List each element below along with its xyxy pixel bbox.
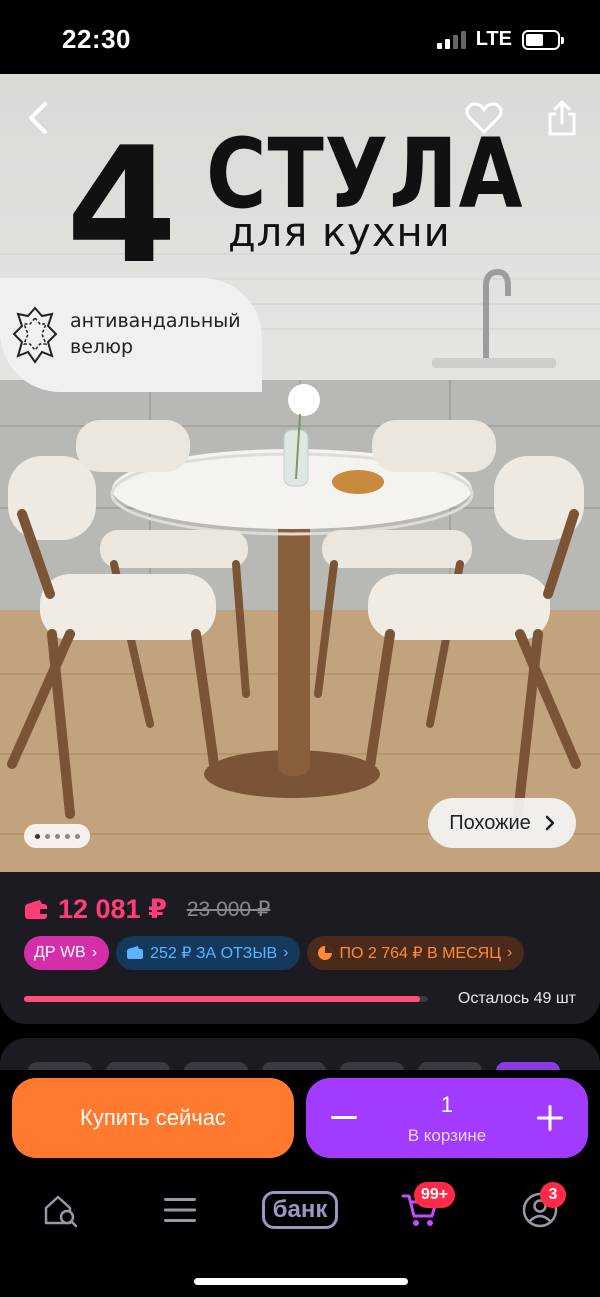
home-indicator (194, 1278, 408, 1285)
chevron-right-icon: › (91, 944, 98, 961)
chip-label: ДР WB (34, 944, 86, 961)
plus-icon (537, 1105, 563, 1131)
signal-icon (436, 30, 466, 49)
price-card: 12 081 ₽ 23 000 ₽ ДР WB › 252 ₽ ЗА ОТЗЫВ… (0, 872, 600, 1024)
share-icon (548, 100, 576, 136)
bank-logo: банк (261, 1191, 339, 1229)
hero-title-word: СТУЛА (206, 118, 524, 230)
home-search-icon (44, 1195, 78, 1228)
nav-home-search[interactable] (38, 1188, 82, 1232)
share-button[interactable] (540, 96, 584, 140)
network-label: LTE (475, 28, 512, 50)
nav-catalog[interactable] (158, 1188, 202, 1232)
review-bonus-chip[interactable]: 252 ₽ ЗА ОТЗЫВ › (116, 936, 301, 970)
cart-quantity-control: 1 В корзине (306, 1078, 588, 1158)
product-image-gallery[interactable]: 4 СТУЛА для кухни антивандальный велюр П… (0, 74, 600, 872)
favorite-button[interactable] (462, 96, 506, 140)
stock-progress-fill (24, 996, 420, 1002)
increase-quantity-button[interactable] (532, 1100, 568, 1136)
chip-label: 252 ₽ ЗА ОТЗЫВ (150, 945, 278, 962)
purchase-action-bar: Купить сейчас 1 В корзине (0, 1070, 600, 1174)
status-time: 22:30 (62, 24, 131, 54)
similar-button-label: Похожие (449, 811, 531, 834)
similar-button[interactable]: Похожие (428, 798, 576, 848)
price-row: 12 081 ₽ 23 000 ₽ (24, 894, 270, 925)
installment-chip[interactable]: ПО 2 764 ₽ В МЕСЯЦ › (307, 936, 525, 970)
hero-subtitle: для кухни (228, 210, 451, 256)
chevron-left-icon (29, 102, 47, 134)
pie-chart-icon (318, 946, 333, 960)
chevron-right-icon (545, 815, 555, 831)
back-button[interactable] (16, 96, 60, 140)
hero-title-number: 4 (66, 112, 178, 299)
battery-icon (522, 29, 564, 50)
status-bar: 22:30 LTE (0, 0, 600, 74)
cart-count-badge: 99+ (414, 1182, 456, 1208)
status-indicators: LTE (436, 28, 564, 51)
notifications-badge: 3 (540, 1182, 566, 1208)
feature-badge: антивандальный велюр (0, 278, 262, 392)
promo-chips: ДР WB › 252 ₽ ЗА ОТЗЫВ › ПО 2 764 ₽ В МЕ… (24, 936, 525, 970)
current-price: 12 081 ₽ (58, 894, 167, 924)
buy-now-button[interactable]: Купить сейчас (12, 1078, 294, 1158)
menu-icon (164, 1198, 196, 1222)
gallery-pagination (24, 824, 90, 848)
nav-bank[interactable]: банк (260, 1188, 340, 1232)
birthday-promo-chip[interactable]: ДР WB › (24, 936, 110, 970)
feature-badge-text: антивандальный велюр (70, 310, 241, 358)
leather-hide-icon (12, 306, 58, 364)
old-price: 23 000 ₽ (186, 898, 271, 921)
chevron-right-icon: › (507, 944, 513, 961)
heart-icon (465, 102, 503, 134)
stock-progress-bar (24, 996, 428, 1002)
chip-label: ПО 2 764 ₽ В МЕСЯЦ (339, 945, 502, 962)
wallet-icon (25, 899, 47, 919)
stock-remaining: Осталось 49 шт (457, 990, 576, 1007)
wallet-icon (127, 946, 144, 959)
buy-now-label: Купить сейчас (80, 1105, 226, 1130)
chevron-right-icon: › (283, 944, 289, 961)
